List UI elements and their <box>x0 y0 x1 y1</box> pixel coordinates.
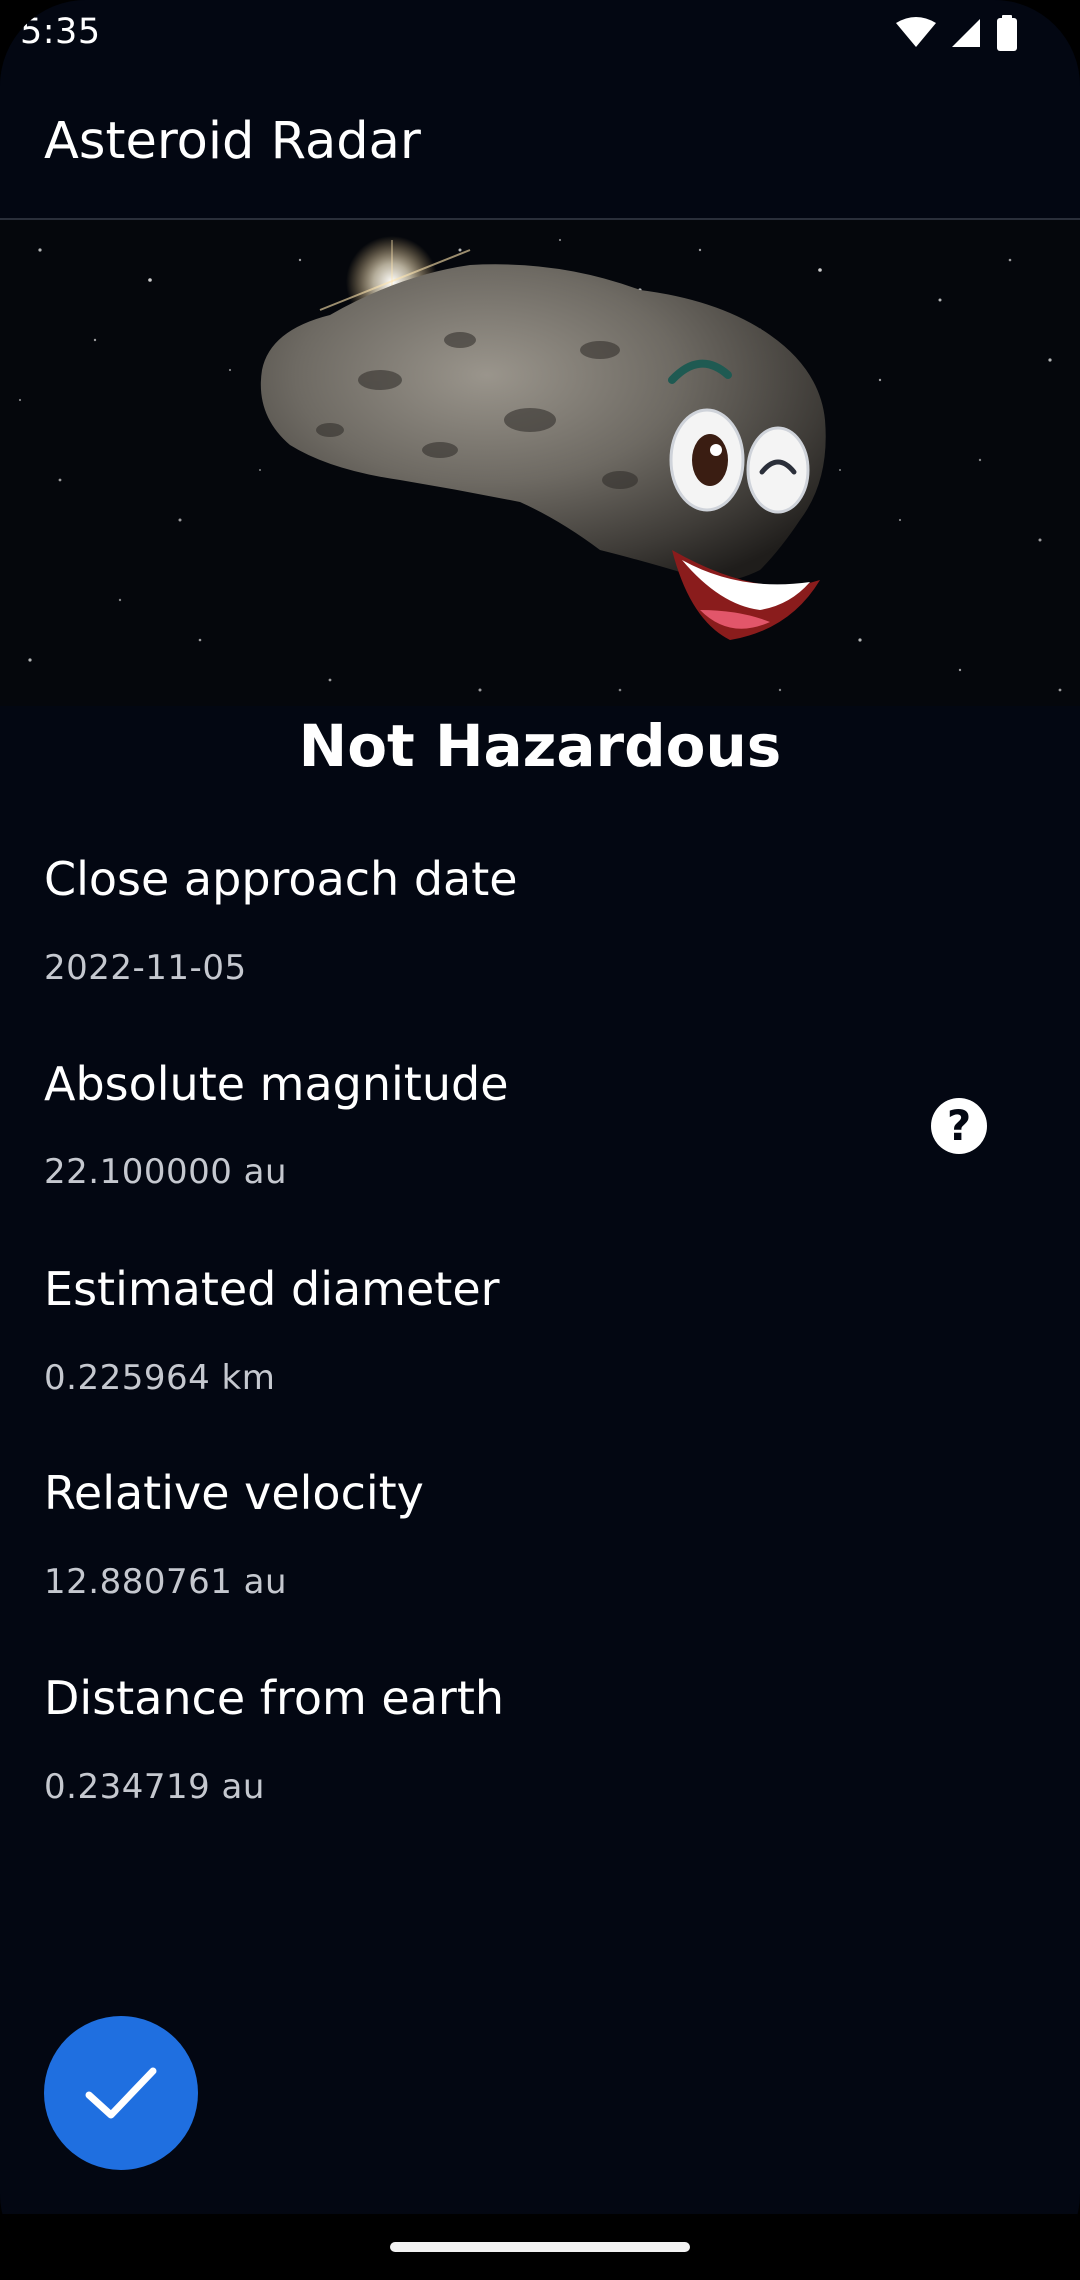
app-bar: Asteroid Radar <box>0 66 1080 220</box>
app-title: Asteroid Radar <box>44 112 421 171</box>
help-icon: ? <box>946 1101 972 1150</box>
cellular-signal-icon <box>952 19 980 47</box>
absolute-magnitude-help-button[interactable]: ? <box>931 1098 987 1154</box>
distance-from-earth-label: Distance from earth <box>44 1671 505 1725</box>
absolute-magnitude-label: Absolute magnitude <box>44 1057 509 1111</box>
asteroid-image <box>0 220 1080 706</box>
hazard-status-title: Not Hazardous <box>298 712 782 780</box>
estimated-diameter-value: 0.225964 km <box>44 1358 276 1398</box>
close-approach-date-value: 2022-11-05 <box>44 948 247 988</box>
screen: 5:35 Asteroid Radar Not Hazardous Close … <box>0 0 1080 2280</box>
relative-velocity-label: Relative velocity <box>44 1466 424 1520</box>
estimated-diameter-label: Estimated diameter <box>44 1262 500 1316</box>
check-icon <box>85 2067 157 2119</box>
close-approach-date-label: Close approach date <box>44 852 518 906</box>
wifi-icon <box>896 17 936 47</box>
relative-velocity-value: 12.880761 au <box>44 1562 288 1602</box>
status-time: 5:35 <box>20 12 101 52</box>
battery-icon <box>997 15 1017 51</box>
status-bar: 5:35 <box>0 0 1080 66</box>
confirm-fab-button[interactable] <box>44 2016 198 2170</box>
status-icons <box>896 14 1018 52</box>
home-gesture-handle[interactable] <box>390 2242 690 2252</box>
distance-from-earth-value: 0.234719 au <box>44 1767 265 1807</box>
absolute-magnitude-value: 22.100000 au <box>44 1152 288 1192</box>
